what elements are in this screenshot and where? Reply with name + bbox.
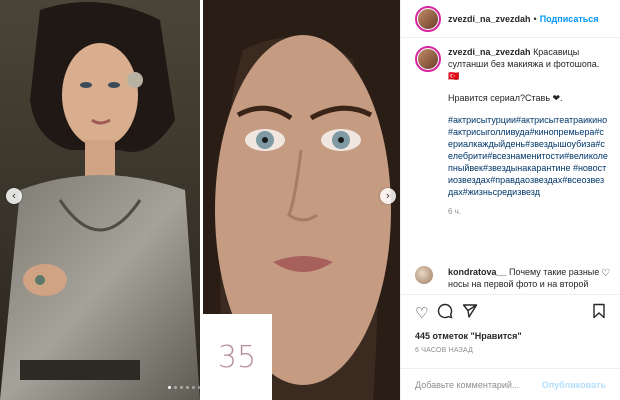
- carousel-dot: [198, 386, 201, 389]
- post-media[interactable]: 35 ‹ ›: [0, 0, 400, 400]
- comment-input[interactable]: [415, 379, 542, 390]
- bookmark-icon[interactable]: [592, 303, 606, 324]
- caption-avatar[interactable]: [415, 46, 441, 72]
- comment-icon[interactable]: [437, 303, 453, 324]
- carousel-dot: [174, 386, 177, 389]
- overlay-number: 35: [202, 314, 272, 400]
- comment-text: kondratova__ Почему такие разные носы на…: [448, 266, 608, 290]
- action-icons: ♡: [415, 303, 606, 323]
- comment-like-icon[interactable]: ♡: [601, 268, 610, 279]
- carousel-indicator: [168, 386, 201, 389]
- follow-button[interactable]: Подписаться: [540, 14, 599, 24]
- caption-block: zvezdi_na_zvezdah Красавицы султанши без…: [415, 46, 612, 218]
- comment-username[interactable]: kondratova__: [448, 267, 507, 277]
- actions-area: ♡ 445 отметок "Нравится" 6 ЧАСОВ НАЗАД: [401, 294, 620, 354]
- header-separator: •: [533, 13, 537, 24]
- caption-username[interactable]: zvezdi_na_zvezdah: [448, 47, 531, 57]
- header-username[interactable]: zvezdi_na_zvezdah: [448, 14, 531, 24]
- caption-line2: Нравится сериал?Ставь ❤.: [448, 93, 563, 103]
- posted-time: 6 ЧАСОВ НАЗАД: [415, 347, 474, 354]
- add-comment-bar: Опубликовать: [401, 368, 620, 400]
- comment-item: kondratova__ Почему такие разные носы на…: [415, 266, 612, 290]
- chevron-right-icon[interactable]: ›: [380, 188, 396, 204]
- post-header: zvezdi_na_zvezdah • Подписаться: [401, 0, 620, 38]
- heart-icon[interactable]: ♡: [415, 303, 428, 323]
- carousel-dot: [192, 386, 195, 389]
- caption-text: zvezdi_na_zvezdah Красавицы султанши без…: [448, 46, 608, 218]
- caption-hashtags[interactable]: #актрисытурции#актрисытеатраикино#актрис…: [448, 114, 608, 198]
- caption-time: 6 ч.: [448, 207, 462, 216]
- carousel-dot: [168, 386, 171, 389]
- photo-woman-with-hair-ornament: [0, 0, 200, 400]
- chevron-left-icon[interactable]: ‹: [6, 188, 22, 204]
- avatar[interactable]: [415, 5, 441, 32]
- post-side-panel: zvezdi_na_zvezdah • Подписаться zvezdi_n…: [400, 0, 620, 400]
- carousel-dot: [186, 386, 189, 389]
- likes-count[interactable]: 445 отметок "Нравится": [415, 331, 606, 341]
- publish-button[interactable]: Опубликовать: [542, 380, 606, 390]
- share-icon[interactable]: [462, 303, 478, 324]
- carousel-dot: [180, 386, 183, 389]
- commenter-avatar[interactable]: [415, 266, 433, 284]
